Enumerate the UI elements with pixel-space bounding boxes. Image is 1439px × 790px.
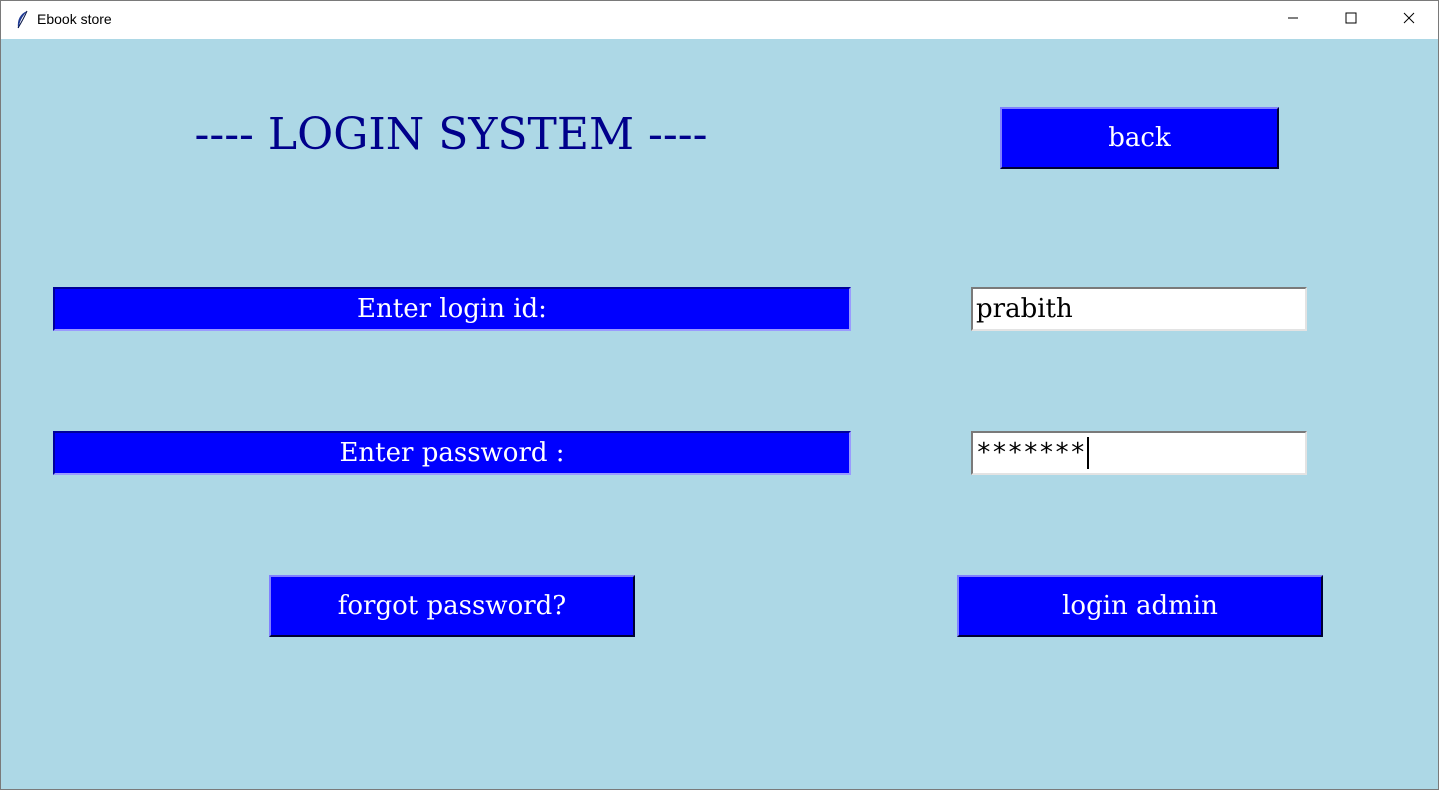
close-icon (1403, 11, 1415, 29)
minimize-button[interactable] (1264, 1, 1322, 39)
maximize-icon (1345, 11, 1357, 29)
login-id-input[interactable] (971, 287, 1307, 331)
forgot-password-button[interactable]: forgot password? (269, 575, 635, 637)
feather-icon (14, 10, 30, 30)
login-admin-button[interactable]: login admin (957, 575, 1323, 637)
text-caret (1086, 437, 1089, 469)
password-masked-value: ******* (976, 438, 1086, 468)
window-title: Ebook store (37, 11, 112, 27)
login-panel: ---- LOGIN SYSTEM ---- back Enter login … (1, 39, 1438, 789)
password-label: Enter password : (53, 431, 851, 475)
app-window: Ebook store ---- LOGIN SYSTEM ---- back … (0, 0, 1439, 790)
title-bar[interactable]: Ebook store (1, 1, 1438, 39)
login-id-label: Enter login id: (53, 287, 851, 331)
minimize-icon (1287, 11, 1299, 29)
password-input[interactable]: ******* (971, 431, 1307, 475)
back-button[interactable]: back (1000, 107, 1279, 169)
page-title: ---- LOGIN SYSTEM ---- (194, 109, 708, 160)
maximize-button[interactable] (1322, 1, 1380, 39)
close-button[interactable] (1380, 1, 1438, 39)
